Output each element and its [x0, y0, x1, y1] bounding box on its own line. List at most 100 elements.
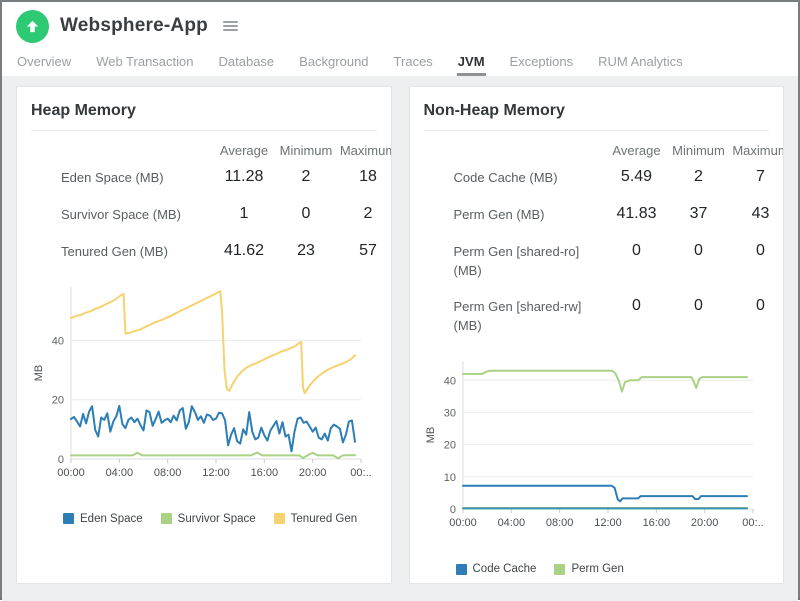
- stat-value-average: 0: [632, 241, 641, 259]
- stats-table: Average Minimum Maximum Code Cache (MB) 5.49…: [410, 131, 784, 336]
- stat-value-maximum: 7: [756, 168, 765, 185]
- stat-value-average: 11.28: [224, 168, 264, 185]
- stat-value-average: 1: [239, 204, 249, 222]
- column-header-maximum: Maximum: [732, 143, 784, 158]
- stats-header-row: Average Minimum Maximum: [454, 143, 784, 158]
- non-heap-memory-chart: 0 10 20 30 40 00:00 04:00 08:00 12:00 16:00 20:00 0…: [425, 361, 764, 529]
- legend-swatch-icon: [160, 513, 172, 525]
- legend-swatch-icon: [63, 513, 74, 525]
- stats-table: Average Minimum Maximum Eden Space (MB) 11.2…: [17, 131, 392, 262]
- hamburger-menu-icon[interactable]: [220, 18, 241, 34]
- svg-text:04:00: 04:00: [105, 467, 133, 479]
- table-row-perm-gen-shared-rw-mb: Perm Gen [shared-rw] (MB) 0 0 0: [453, 295, 784, 336]
- stat-value-maximum: 0: [756, 241, 765, 259]
- legend-item-eden-space[interactable]: Eden Space: [63, 513, 143, 525]
- tab-traces[interactable]: Traces: [393, 50, 434, 76]
- stat-value-average: 0: [632, 297, 641, 315]
- svg-text:00:..: 00:..: [743, 517, 764, 529]
- column-header-maximum: Maximum: [339, 143, 392, 158]
- svg-text:20: 20: [444, 440, 456, 452]
- legend-swatch-icon: [554, 563, 566, 575]
- app-status-up-arrow-icon: [16, 9, 49, 43]
- svg-text:MB: MB: [425, 427, 437, 444]
- row-label: Tenured Gen (MB): [61, 243, 168, 259]
- column-header-average: Average: [612, 143, 661, 158]
- stat-value-minimum: 2: [694, 168, 703, 185]
- svg-text:00:00: 00:00: [449, 517, 477, 529]
- legend-row: Eden Space Survivor Space Tenured Gen: [63, 513, 391, 525]
- panel-title: Heap Memory: [31, 102, 136, 119]
- legend-swatch-icon: [455, 563, 467, 575]
- legend-item-tenured-gen[interactable]: Tenured Gen: [273, 513, 357, 525]
- heap-memory-chart: 0 20 40 00:00 04:00 08:00 12:00 16:00 20:00 00:..…: [33, 286, 371, 479]
- stat-value-maximum: 43: [751, 204, 770, 222]
- stats-header-spacer: [454, 143, 606, 146]
- tab-bar: Overview Web Transaction Database Backgroun…: [2, 50, 798, 76]
- table-row-survivor-space-mb: Survivor Space (MB) 1 0 2: [61, 203, 391, 225]
- svg-text:16:00: 16:00: [250, 467, 278, 479]
- tab-rum-analytics[interactable]: RUM Analytics: [597, 50, 684, 76]
- row-label: Eden Space (MB): [61, 170, 164, 185]
- panel-title: Non-Heap Memory: [423, 102, 565, 119]
- legend-item-survivor-space[interactable]: Survivor Space: [160, 512, 256, 525]
- row-label: Perm Gen (MB): [453, 206, 545, 222]
- svg-text:00:00: 00:00: [57, 467, 85, 479]
- legend-label: Survivor Space: [177, 512, 256, 525]
- stat-value-average: 41.62: [223, 241, 265, 259]
- svg-text:12:00: 12:00: [202, 467, 230, 479]
- svg-text:20:00: 20:00: [299, 467, 327, 479]
- chart-legend: Eden Space Survivor Space Tenured Gen: [63, 513, 391, 525]
- svg-text:12:00: 12:00: [594, 517, 622, 529]
- stat-value-minimum: 0: [694, 297, 703, 315]
- stat-value-minimum: 0: [694, 241, 703, 259]
- svg-text:08:00: 08:00: [546, 517, 574, 529]
- svg-text:04:00: 04:00: [498, 517, 526, 529]
- stat-value-maximum: 18: [359, 168, 377, 185]
- panel-heap-memory: Heap Memory Average Minimum Maximum Eden Sp…: [16, 86, 392, 584]
- legend-label: Code Cache: [472, 563, 537, 576]
- legend-item-code-cache[interactable]: Code Cache: [455, 563, 537, 576]
- stat-value-maximum: 2: [363, 204, 373, 222]
- row-label: Perm Gen [shared-ro] (MB): [453, 243, 580, 278]
- column-header-minimum: Minimum: [672, 143, 725, 158]
- tab-database[interactable]: Database: [218, 50, 276, 76]
- column-header-minimum: Minimum: [279, 143, 333, 158]
- stat-value-maximum: 0: [756, 297, 765, 315]
- apm-jvm-page: { "header": { "app_name": "Websphere-App…: [0, 0, 800, 601]
- row-label: Perm Gen [shared-rw] (MB): [453, 299, 582, 334]
- table-row-tenured-gen-mb: Tenured Gen (MB) 41.62 23 57: [61, 240, 391, 262]
- svg-text:40: 40: [52, 335, 64, 347]
- svg-text:20: 20: [52, 394, 64, 406]
- stat-value-minimum: 2: [301, 168, 311, 185]
- column-header-average: Average: [219, 143, 269, 158]
- svg-text:20:00: 20:00: [691, 517, 719, 529]
- stats-header-spacer: [61, 143, 213, 146]
- panel-non-heap-memory: Non-Heap Memory Average Minimum Maximum Cod…: [408, 86, 784, 584]
- legend-label: Perm Gen: [571, 563, 624, 576]
- table-row-eden-space-mb: Eden Space (MB) 11.28 2 18: [61, 166, 391, 188]
- legend-swatch-icon: [273, 513, 285, 525]
- stat-value-average: 5.49: [620, 168, 653, 185]
- stat-value-maximum: 57: [359, 241, 377, 259]
- tab-background[interactable]: Background: [298, 50, 369, 76]
- stats-header-row: Average Minimum Maximum: [61, 143, 392, 158]
- svg-text:40: 40: [444, 375, 456, 387]
- stat-value-minimum: 23: [297, 241, 315, 259]
- stat-value-average: 41.83: [616, 204, 657, 222]
- app-header: Websphere-App: [2, 2, 798, 50]
- svg-text:08:00: 08:00: [154, 467, 182, 479]
- table-row-perm-gen-mb: Perm Gen (MB) 41.83 37 43: [453, 203, 784, 225]
- tab-jvm[interactable]: JVM: [456, 50, 486, 76]
- svg-text:0: 0: [450, 504, 456, 516]
- legend-row: Code Cache Perm Gen: [455, 563, 784, 576]
- stat-value-minimum: 0: [301, 204, 311, 222]
- row-label: Survivor Space (MB): [61, 206, 181, 222]
- svg-text:00:..: 00:..: [350, 467, 371, 479]
- chart-legend: Code CachePerm GenPerm Gen [shared-ro]Pe…: [455, 563, 784, 583]
- tab-web-transaction[interactable]: Web Transaction: [95, 50, 194, 76]
- tab-overview[interactable]: Overview: [16, 50, 72, 76]
- svg-text:0: 0: [58, 454, 64, 466]
- tab-exceptions[interactable]: Exceptions: [509, 50, 575, 76]
- legend-item-perm-gen[interactable]: Perm Gen: [554, 563, 624, 576]
- stat-value-minimum: 37: [689, 204, 708, 222]
